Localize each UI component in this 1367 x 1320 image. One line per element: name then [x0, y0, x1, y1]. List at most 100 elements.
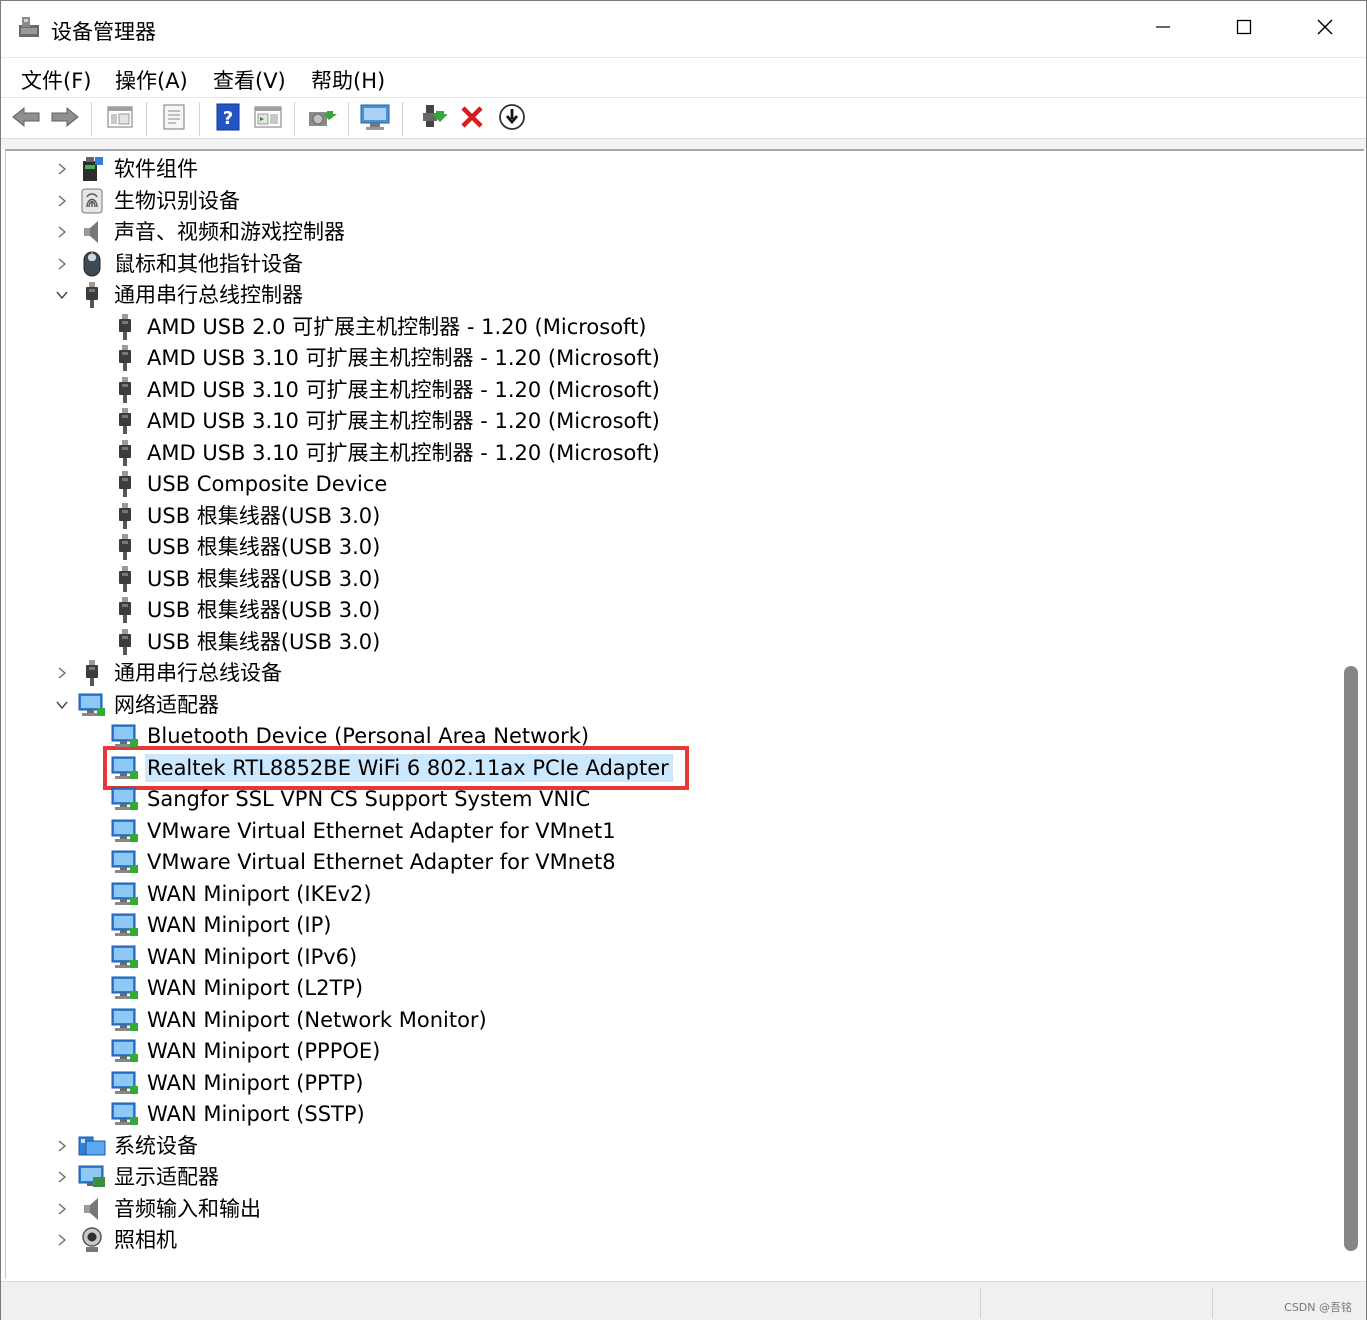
chevron-right-icon[interactable] — [52, 154, 72, 184]
tree-category[interactable]: 声音、视频和游戏控制器 — [58, 217, 349, 247]
tree-item-label: Bluetooth Device (Personal Area Network) — [147, 724, 590, 748]
enable-device-button[interactable] — [419, 104, 449, 134]
tree-category[interactable]: 显示适配器 — [58, 1162, 223, 1192]
console-tree-button[interactable] — [105, 104, 135, 134]
tree-device[interactable]: VMware Virtual Ethernet Adapter for VMne… — [111, 816, 620, 846]
vertical-scrollbar[interactable] — [1339, 151, 1363, 1277]
tree-device[interactable]: Realtek RTL8852BE WiFi 6 802.11ax PCIe A… — [111, 753, 673, 783]
title-bar: 设备管理器 — [1, 1, 1366, 57]
tree-item-label: USB 根集线器(USB 3.0) — [147, 598, 381, 622]
tree-device[interactable]: AMD USB 2.0 可扩展主机控制器 - 1.20 (Microsoft) — [111, 312, 651, 342]
usb-icon — [111, 470, 139, 498]
speaker-icon — [78, 1195, 106, 1223]
tree-category[interactable]: 照相机 — [58, 1225, 181, 1255]
chevron-right-icon[interactable] — [52, 186, 72, 216]
chevron-down-icon[interactable] — [52, 690, 72, 720]
tree-device[interactable]: WAN Miniport (PPPOE) — [111, 1036, 384, 1066]
network-icon — [111, 1100, 139, 1128]
maximize-button[interactable] — [1204, 1, 1284, 57]
usb-icon — [111, 313, 139, 341]
chevron-right-icon[interactable] — [52, 658, 72, 688]
chevron-right-icon[interactable] — [52, 1131, 72, 1161]
properties-button[interactable] — [159, 104, 189, 134]
close-button[interactable] — [1285, 1, 1365, 57]
network-icon — [111, 722, 139, 750]
help-button[interactable]: ? — [213, 103, 243, 135]
network-icon — [111, 943, 139, 971]
uninstall-device-button[interactable] — [457, 104, 487, 134]
tree-item-label: WAN Miniport (IKEv2) — [147, 881, 372, 906]
chevron-right-icon[interactable] — [52, 217, 72, 247]
tree-device[interactable]: USB 根集线器(USB 3.0) — [111, 532, 384, 562]
tree-device[interactable]: USB Composite Device — [111, 469, 391, 499]
tree-category[interactable]: 网络适配器 — [56, 690, 223, 720]
tree-device[interactable]: USB 根集线器(USB 3.0) — [111, 501, 384, 531]
tree-category[interactable]: 软件组件 — [58, 154, 202, 184]
scroll-thumb[interactable] — [1344, 666, 1358, 1251]
tree-device[interactable]: AMD USB 3.10 可扩展主机控制器 - 1.20 (Microsoft) — [111, 438, 664, 468]
disable-device-button[interactable] — [497, 104, 527, 134]
tree-device[interactable]: WAN Miniport (IPv6) — [111, 942, 361, 972]
device-manager-icon — [17, 15, 41, 41]
menu-bar: 文件(F) 操作(A) 查看(V) 帮助(H) — [1, 57, 1366, 97]
console-tree-icon — [107, 105, 133, 133]
tree-item-label: WAN Miniport (Network Monitor) — [147, 1007, 487, 1032]
tree-item-label: AMD USB 3.10 可扩展主机控制器 - 1.20 (Microsoft) — [147, 440, 660, 465]
chevron-right-icon[interactable] — [52, 1225, 72, 1255]
tree-device[interactable]: WAN Miniport (Network Monitor) — [111, 1005, 491, 1035]
close-icon — [1316, 18, 1334, 40]
tree-item-label: 网络适配器 — [114, 692, 219, 717]
tree-category[interactable]: 生物识别设备 — [58, 186, 244, 216]
usb-icon — [78, 281, 106, 309]
update-driver-button[interactable] — [307, 104, 337, 134]
tree-device[interactable]: AMD USB 3.10 可扩展主机控制器 - 1.20 (Microsoft) — [111, 406, 664, 436]
tree-item-label: USB 根集线器(USB 3.0) — [147, 566, 381, 591]
tree-device[interactable]: USB 根集线器(USB 3.0) — [111, 627, 384, 657]
tree-category[interactable]: 鼠标和其他指针设备 — [58, 249, 307, 279]
network-icon — [78, 691, 106, 719]
chevron-right-icon[interactable] — [52, 1194, 72, 1224]
tree-device[interactable]: WAN Miniport (SSTP) — [111, 1099, 369, 1129]
software-component-icon — [78, 155, 106, 183]
minimize-button[interactable] — [1123, 1, 1203, 57]
help-icon: ? — [216, 103, 240, 135]
tree-category[interactable]: 系统设备 — [58, 1131, 202, 1161]
tree-device[interactable]: USB 根集线器(USB 3.0) — [111, 564, 384, 594]
tree-category[interactable]: 通用串行总线控制器 — [56, 280, 307, 310]
chevron-right-icon[interactable] — [52, 249, 72, 279]
scan-hardware-button[interactable] — [360, 104, 391, 134]
action-pane-button[interactable] — [253, 104, 283, 134]
tree-device[interactable]: WAN Miniport (IP) — [111, 910, 335, 940]
menu-view[interactable]: 查看(V) — [213, 65, 286, 95]
tree-device[interactable]: Bluetooth Device (Personal Area Network) — [111, 721, 593, 751]
usb-icon — [111, 502, 139, 530]
network-icon — [111, 880, 139, 908]
tree-device[interactable]: VMware Virtual Ethernet Adapter for VMne… — [111, 847, 620, 877]
chevron-right-icon[interactable] — [52, 1162, 72, 1192]
menu-file[interactable]: 文件(F) — [21, 65, 91, 95]
fingerprint-icon — [78, 187, 106, 215]
minimize-icon — [1155, 19, 1171, 39]
usb-icon — [111, 565, 139, 593]
menu-help[interactable]: 帮助(H) — [311, 65, 385, 95]
tree-category[interactable]: 音频输入和输出 — [58, 1194, 265, 1224]
back-button[interactable] — [11, 104, 41, 134]
usb-icon — [111, 344, 139, 372]
network-icon — [111, 911, 139, 939]
menu-action[interactable]: 操作(A) — [115, 65, 188, 95]
tree-device[interactable]: WAN Miniport (L2TP) — [111, 973, 367, 1003]
tree-device[interactable]: AMD USB 3.10 可扩展主机控制器 - 1.20 (Microsoft) — [111, 375, 664, 405]
chevron-down-icon[interactable] — [52, 280, 72, 310]
forward-button[interactable] — [50, 104, 80, 134]
usb-icon — [111, 439, 139, 467]
usb-icon — [111, 596, 139, 624]
tree-device[interactable]: Sangfor SSL VPN CS Support System VNIC — [111, 784, 594, 814]
tree-device[interactable]: WAN Miniport (PPTP) — [111, 1068, 367, 1098]
tree-category[interactable]: 通用串行总线设备 — [58, 658, 286, 688]
device-tree[interactable]: 软件组件 生物识别设备 声音、视频和游戏控制器 鼠标和其他指针设备 通用串行总线控制器 A… — [5, 149, 1364, 1279]
network-icon — [111, 1006, 139, 1034]
network-icon — [111, 785, 139, 813]
tree-device[interactable]: WAN Miniport (IKEv2) — [111, 879, 376, 909]
tree-device[interactable]: USB 根集线器(USB 3.0) — [111, 595, 384, 625]
tree-device[interactable]: AMD USB 3.10 可扩展主机控制器 - 1.20 (Microsoft) — [111, 343, 664, 373]
